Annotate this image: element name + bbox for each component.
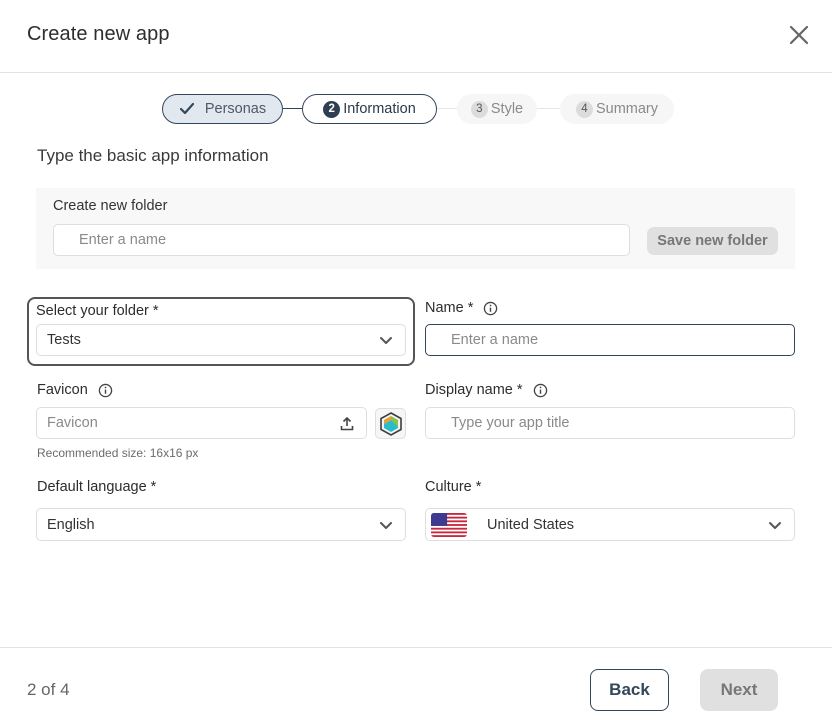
display-name-label: Display name *: [425, 382, 548, 398]
us-flag-icon: [431, 512, 467, 537]
name-label-text: Name *: [425, 300, 474, 316]
dialog-header: Create new app: [0, 0, 832, 73]
info-icon[interactable]: [533, 383, 548, 398]
default-language-label: Default language *: [37, 479, 156, 495]
check-icon: [179, 102, 194, 115]
save-new-folder-button[interactable]: Save new folder: [647, 227, 778, 255]
step-connector: [283, 108, 302, 109]
step-style[interactable]: 3 Style: [457, 94, 537, 124]
step-label: Summary: [595, 101, 659, 117]
culture-value: United States: [487, 516, 575, 533]
step-number: 3: [470, 100, 488, 118]
favicon-input[interactable]: [37, 408, 317, 438]
step-label: Personas: [204, 101, 267, 117]
favicon-hint: Recommended size: 16x16 px: [37, 446, 199, 460]
step-label: Information: [343, 101, 416, 117]
step-summary[interactable]: 4 Summary: [560, 94, 674, 124]
default-language-value: English: [47, 516, 95, 533]
new-folder-input[interactable]: [53, 224, 630, 256]
folder-select[interactable]: Tests: [36, 324, 406, 356]
favicon-field: [36, 407, 367, 439]
create-folder-label: Create new folder: [53, 198, 168, 214]
upload-icon[interactable]: [340, 416, 354, 431]
step-number: 2: [323, 100, 341, 118]
step-connector: [537, 108, 560, 109]
dialog-title: Create new app: [27, 23, 170, 45]
create-folder-panel: Create new folder Save new folder: [36, 188, 795, 269]
default-language-select[interactable]: English: [36, 508, 406, 541]
culture-label: Culture *: [425, 479, 481, 495]
culture-select[interactable]: United States: [425, 508, 795, 541]
step-label: Style: [490, 101, 524, 117]
close-icon: [789, 25, 809, 45]
step-number: 4: [575, 100, 593, 118]
chevron-down-icon: [380, 521, 392, 529]
app-logo-hexagon-icon: [379, 411, 402, 436]
favicon-label-text: Favicon: [37, 382, 88, 398]
name-label: Name *: [425, 300, 498, 316]
chevron-down-icon: [380, 337, 392, 344]
favicon-label: Favicon: [37, 382, 113, 398]
stepper: Personas 2 Information 3 Style 4 Summary: [0, 94, 832, 124]
display-name-input[interactable]: [425, 407, 795, 439]
name-input[interactable]: [425, 324, 795, 356]
back-button[interactable]: Back: [590, 669, 669, 711]
culture-label-text: Culture *: [425, 479, 482, 495]
form-subtitle: Type the basic app information: [37, 146, 269, 165]
favicon-preview[interactable]: [375, 408, 406, 439]
step-personas[interactable]: Personas: [162, 94, 283, 124]
display-name-label-text: Display name *: [425, 382, 523, 398]
select-folder-group: Select your folder * Tests: [27, 297, 415, 366]
close-button[interactable]: [786, 22, 812, 48]
select-folder-label-text: Select your folder *: [36, 303, 159, 319]
default-language-label-text: Default language *: [37, 479, 157, 495]
info-icon[interactable]: [98, 383, 113, 398]
next-button[interactable]: Next: [700, 669, 778, 711]
chevron-down-icon: [769, 521, 781, 529]
select-folder-label: Select your folder *: [36, 303, 159, 319]
dialog-footer: 2 of 4 Back Next: [0, 647, 832, 728]
info-icon[interactable]: [483, 301, 498, 316]
folder-select-value: Tests: [47, 332, 81, 348]
step-connector: [437, 108, 457, 109]
step-information[interactable]: 2 Information: [302, 94, 437, 124]
page-count: 2 of 4: [27, 680, 70, 699]
